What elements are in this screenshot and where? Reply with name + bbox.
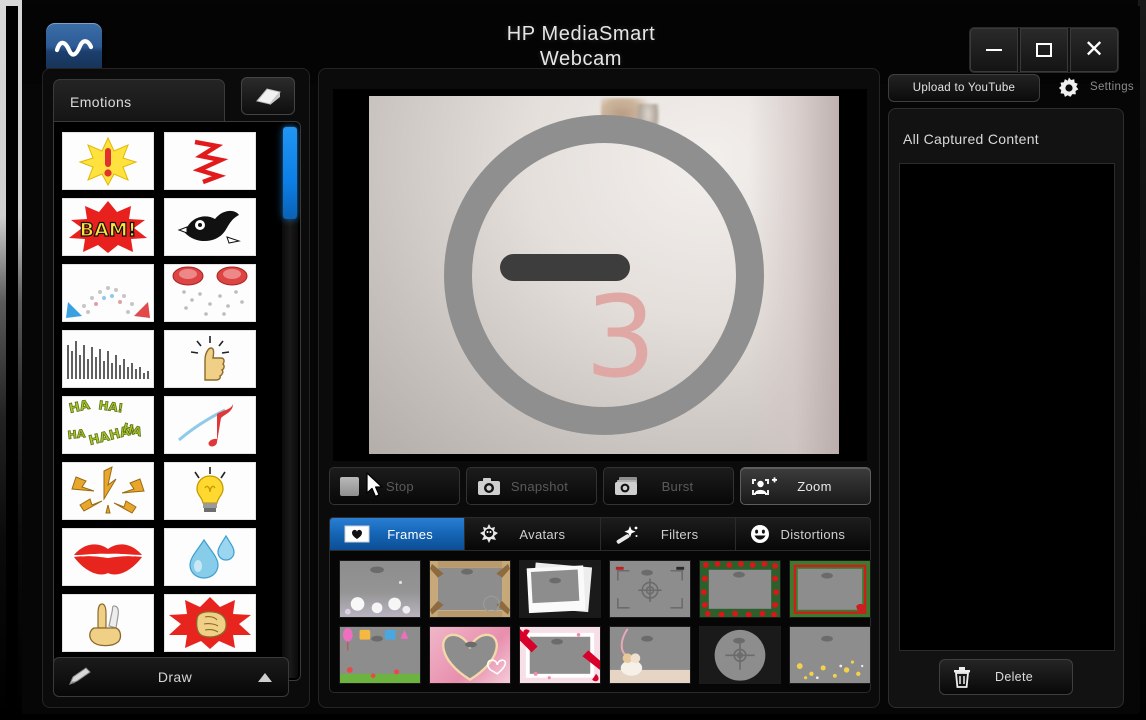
burst-button[interactable]: Burst	[603, 467, 734, 505]
tab-avatars-label: Avatars	[519, 526, 566, 542]
tab-avatars[interactable]: Avatars	[465, 518, 601, 550]
svg-text:HA: HA	[68, 399, 92, 417]
app-root: HP MediaSmart Webcam ✕ Emotions BAM! HA …	[0, 0, 1146, 720]
magic-wand-icon	[615, 524, 639, 544]
svg-text:HA: HA	[67, 427, 86, 442]
minimize-icon	[986, 49, 1002, 51]
delete-button[interactable]: Delete	[939, 659, 1073, 695]
zoom-button[interactable]: Zoom	[740, 467, 871, 505]
tab-frames[interactable]: Frames	[330, 518, 466, 550]
gear-icon	[1058, 77, 1079, 97]
emotions-tab-label: Emotions	[70, 93, 132, 110]
frames-grid	[339, 560, 871, 684]
draw-button-label: Draw	[157, 669, 193, 685]
center-panel: 3 Stop Snapshot Burst Zoom Frames Avatar…	[318, 68, 880, 708]
emotions-panel: Emotions BAM! HA HA! HA HAHA! HA Draw	[42, 68, 310, 708]
tab-filters[interactable]: Filters	[600, 518, 736, 550]
emotion-yellow-lightning[interactable]	[62, 462, 154, 520]
stop-square-icon	[340, 476, 359, 496]
draw-button[interactable]: Draw	[53, 657, 289, 697]
emotion-music-note[interactable]	[164, 396, 256, 454]
eraser-button[interactable]	[241, 77, 295, 115]
frame-circle-target[interactable]	[699, 626, 781, 684]
zoom-button-label: Zoom	[797, 478, 832, 494]
frame-viewfinder[interactable]	[609, 560, 691, 618]
video-preview-area: 3	[333, 89, 867, 461]
burst-button-label: Burst	[661, 478, 694, 494]
tab-distortions-label: Distortions	[780, 526, 846, 542]
emotion-sound-wave[interactable]	[62, 330, 154, 388]
stop-button[interactable]: Stop	[329, 467, 460, 505]
emotion-red-lightning[interactable]	[164, 132, 256, 190]
frame-golden-sparkles[interactable]	[789, 626, 871, 684]
countdown-number: 3	[585, 273, 657, 403]
tab-filters-label: Filters	[660, 526, 699, 542]
frame-wood[interactable]	[429, 560, 511, 618]
emotion-party-poppers[interactable]	[164, 264, 256, 322]
camera-icon	[477, 477, 501, 496]
settings-button[interactable]	[1056, 75, 1082, 101]
emotion-light-bulb[interactable]	[164, 462, 256, 520]
frame-wedding[interactable]	[609, 626, 691, 684]
emotion-haha[interactable]: HA HA! HA HAHA! HA	[62, 396, 154, 454]
smiley-icon	[750, 524, 770, 544]
upload-to-youtube-label: Upload to YouTube	[912, 82, 1016, 94]
emotions-scrollbar-thumb[interactable]	[283, 127, 297, 219]
emotion-hand-gesture[interactable]	[62, 594, 154, 652]
emotion-water-drops[interactable]	[164, 528, 256, 586]
emotion-black-bird[interactable]	[164, 198, 256, 256]
pencil-icon	[68, 666, 92, 689]
frames-panel	[329, 551, 871, 693]
desktop-bottom-edge	[0, 714, 1146, 720]
tab-frames-label: Frames	[387, 526, 434, 542]
snapshot-button[interactable]: Snapshot	[466, 467, 597, 505]
emotions-tab[interactable]: Emotions	[53, 79, 225, 123]
snapshot-button-label: Snapshot	[510, 478, 569, 494]
desktop-left-edge	[0, 0, 22, 720]
emotion-exclamation-burst[interactable]	[62, 132, 154, 190]
captured-content-title: All Captured Content	[903, 131, 1039, 147]
svg-text:BAM!: BAM!	[80, 219, 137, 241]
trash-icon	[952, 666, 972, 688]
emotions-grid: BAM! HA HA! HA HAHA! HA	[62, 132, 262, 652]
frame-red-green[interactable]	[789, 560, 871, 618]
delete-button-label: Delete	[995, 670, 1033, 684]
chevron-up-icon	[258, 672, 272, 682]
emotion-bam[interactable]: BAM!	[62, 198, 154, 256]
emotion-red-lips[interactable]	[62, 528, 154, 586]
frame-polaroid[interactable]	[519, 560, 601, 618]
desktop-left-edge-inner	[6, 6, 18, 720]
webcam-preview[interactable]: 3	[369, 96, 839, 454]
emotion-confetti[interactable]	[62, 264, 154, 322]
emotions-scrollbar[interactable]	[282, 126, 298, 678]
captured-content-list[interactable]	[899, 163, 1115, 651]
frame-icon	[344, 525, 370, 543]
captured-content-panel: All Captured Content Delete	[888, 108, 1124, 708]
stop-button-label: Stop	[386, 478, 414, 494]
frame-heart[interactable]	[429, 626, 511, 684]
tab-distortions[interactable]: Distortions	[735, 518, 870, 550]
upload-to-youtube-button[interactable]: Upload to YouTube	[888, 74, 1040, 102]
frame-holly[interactable]	[699, 560, 781, 618]
frame-sparkle-lights[interactable]	[339, 560, 421, 618]
close-icon: ✕	[1083, 36, 1105, 63]
burst-camera-icon	[614, 476, 640, 496]
eraser-icon	[256, 88, 281, 105]
svg-text:HA!: HA!	[98, 399, 125, 415]
main-window: HP MediaSmart Webcam ✕ Emotions BAM! HA …	[22, 6, 1140, 714]
frame-valentine-ribbon[interactable]	[519, 626, 601, 684]
avatar-icon	[479, 524, 499, 544]
person-plus-icon	[751, 476, 777, 496]
emotions-list[interactable]: BAM! HA HA! HA HAHA! HA	[53, 121, 301, 681]
maximize-icon	[1036, 43, 1052, 57]
capture-controls: Stop Snapshot Burst Zoom	[329, 467, 871, 505]
right-toolbar: Upload to YouTube Settings	[888, 66, 1134, 108]
effect-tabs: Frames Avatars Filters Distortions	[329, 517, 871, 551]
settings-label: Settings	[1090, 81, 1134, 93]
emotion-thumbs-up[interactable]	[164, 330, 256, 388]
frame-birthday[interactable]	[339, 626, 421, 684]
emotion-red-fist-punch[interactable]	[164, 594, 256, 652]
